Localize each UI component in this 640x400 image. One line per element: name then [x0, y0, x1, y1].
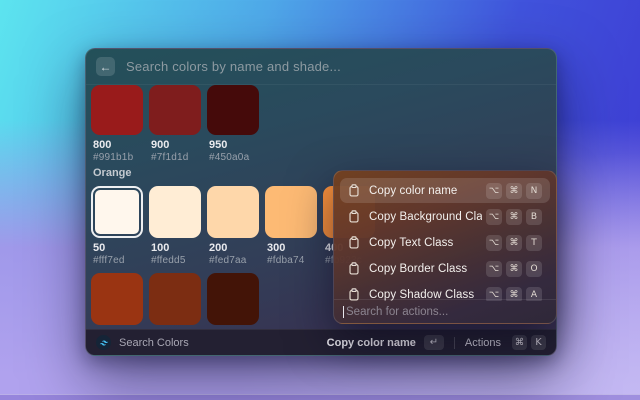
- clipboard-icon: [348, 262, 360, 275]
- option-key-icon: ⌥: [486, 235, 502, 251]
- search-bar: ← Search colors by name and shade...: [86, 49, 556, 85]
- option-key-icon: ⌥: [486, 183, 502, 199]
- actions-search-input[interactable]: Search for actions...: [346, 306, 448, 318]
- cmd-key-icon: ⌘: [506, 209, 522, 225]
- color-swatch[interactable]: [91, 273, 143, 325]
- k-key-icon: K: [531, 335, 546, 350]
- cmd-key-icon: ⌘: [506, 261, 522, 277]
- shade-label: 100: [151, 242, 201, 254]
- hex-label: #ffedd5: [151, 255, 201, 266]
- option-key-icon: ⌥: [486, 261, 502, 277]
- search-input[interactable]: Search colors by name and shade...: [126, 59, 341, 74]
- menu-item-label: Copy Text Class: [369, 237, 453, 249]
- clipboard-icon: [348, 236, 360, 249]
- letter-key: O: [526, 261, 542, 277]
- menu-item-copy-text-class[interactable]: Copy Text Class ⌥ ⌘ T: [340, 230, 550, 255]
- cmd-key-icon: ⌘: [506, 183, 522, 199]
- shade-label: 300: [267, 242, 317, 254]
- shade-label: 900: [151, 139, 201, 151]
- section-header-orange: Orange: [93, 167, 132, 179]
- swatch-orange-100[interactable]: 100 #ffedd5: [149, 186, 201, 266]
- tailwind-logo-icon: [96, 335, 111, 350]
- shortcut-keys: ⌥ ⌘ O: [482, 261, 542, 277]
- letter-key: B: [526, 209, 542, 225]
- divider: [454, 337, 455, 349]
- shortcut-keys: ⌥ ⌘ T: [482, 235, 542, 251]
- tailwind-waves: [99, 338, 109, 348]
- actions-button[interactable]: Actions: [465, 337, 501, 349]
- color-swatch[interactable]: [207, 85, 259, 135]
- menu-item-copy-background-class[interactable]: Copy Background Class ⌥ ⌘ B: [340, 204, 550, 229]
- color-swatch[interactable]: [149, 273, 201, 325]
- swatch-orange-300[interactable]: 300 #fdba74: [265, 186, 317, 266]
- letter-key: N: [526, 183, 542, 199]
- actions-menu-panel: Copy color name ⌥ ⌘ N Copy Background Cl…: [333, 170, 557, 324]
- orange-dark-swatch-row: [91, 273, 265, 325]
- status-bar: Search Colors Copy color name ↵ Actions …: [86, 329, 556, 355]
- swatch-orange-200[interactable]: 200 #fed7aa: [207, 186, 259, 266]
- primary-action-button[interactable]: Copy color name: [327, 337, 416, 349]
- actions-search-row: Search for actions...: [334, 299, 556, 323]
- app-name: Search Colors: [119, 337, 189, 349]
- swatch-red-800[interactable]: 800 #991b1b: [91, 85, 143, 163]
- color-swatch[interactable]: [207, 273, 259, 325]
- color-swatch[interactable]: [265, 186, 317, 238]
- option-key-icon: ⌥: [486, 209, 502, 225]
- clipboard-icon: [348, 184, 360, 197]
- menu-item-label: Copy color name: [369, 185, 457, 197]
- hex-label: #7f1d1d: [151, 152, 201, 163]
- swatch-orange-dark-1[interactable]: [91, 273, 143, 325]
- shortcut-keys: ⌥ ⌘ B: [482, 209, 542, 225]
- swatch-orange-dark-2[interactable]: [149, 273, 201, 325]
- arrow-left-icon: ←: [100, 61, 112, 73]
- color-swatch[interactable]: [207, 186, 259, 238]
- shade-label: 950: [209, 139, 259, 151]
- swatch-red-900[interactable]: 900 #7f1d1d: [149, 85, 201, 163]
- wallpaper-bottom-edge: [0, 394, 640, 400]
- menu-item-copy-color-name[interactable]: Copy color name ⌥ ⌘ N: [340, 178, 550, 203]
- hex-label: #991b1b: [93, 152, 143, 163]
- menu-item-label: Copy Border Class: [369, 263, 467, 275]
- hex-label: #fff7ed: [93, 255, 143, 266]
- shade-label: 200: [209, 242, 259, 254]
- menu-item-label: Copy Background Class: [369, 211, 482, 223]
- actions-menu-list: Copy color name ⌥ ⌘ N Copy Background Cl…: [340, 178, 550, 301]
- hex-label: #450a0a: [209, 152, 259, 163]
- hex-label: #fdba74: [267, 255, 317, 266]
- color-swatch[interactable]: [149, 186, 201, 238]
- status-bar-actions: Copy color name ↵ Actions ⌘ K: [327, 335, 546, 350]
- menu-item-copy-border-class[interactable]: Copy Border Class ⌥ ⌘ O: [340, 256, 550, 281]
- cmd-key-icon: ⌘: [512, 335, 527, 350]
- text-cursor: [343, 306, 344, 318]
- color-swatch[interactable]: [149, 85, 201, 135]
- color-swatch-selected[interactable]: [91, 186, 143, 238]
- red-swatch-row: 800 #991b1b 900 #7f1d1d 950 #450a0a: [91, 85, 265, 163]
- enter-key-icon: ↵: [424, 335, 444, 350]
- swatch-orange-dark-3[interactable]: [207, 273, 259, 325]
- shade-label: 50: [93, 242, 143, 254]
- back-button[interactable]: ←: [96, 57, 115, 76]
- color-swatch[interactable]: [91, 85, 143, 135]
- cmd-key-icon: ⌘: [506, 235, 522, 251]
- letter-key: T: [526, 235, 542, 251]
- swatch-orange-50-selected[interactable]: 50 #fff7ed: [91, 186, 143, 266]
- hex-label: #fed7aa: [209, 255, 259, 266]
- clipboard-icon: [348, 210, 360, 223]
- swatch-red-950[interactable]: 950 #450a0a: [207, 85, 259, 163]
- shade-label: 800: [93, 139, 143, 151]
- shortcut-keys: ⌥ ⌘ N: [482, 183, 542, 199]
